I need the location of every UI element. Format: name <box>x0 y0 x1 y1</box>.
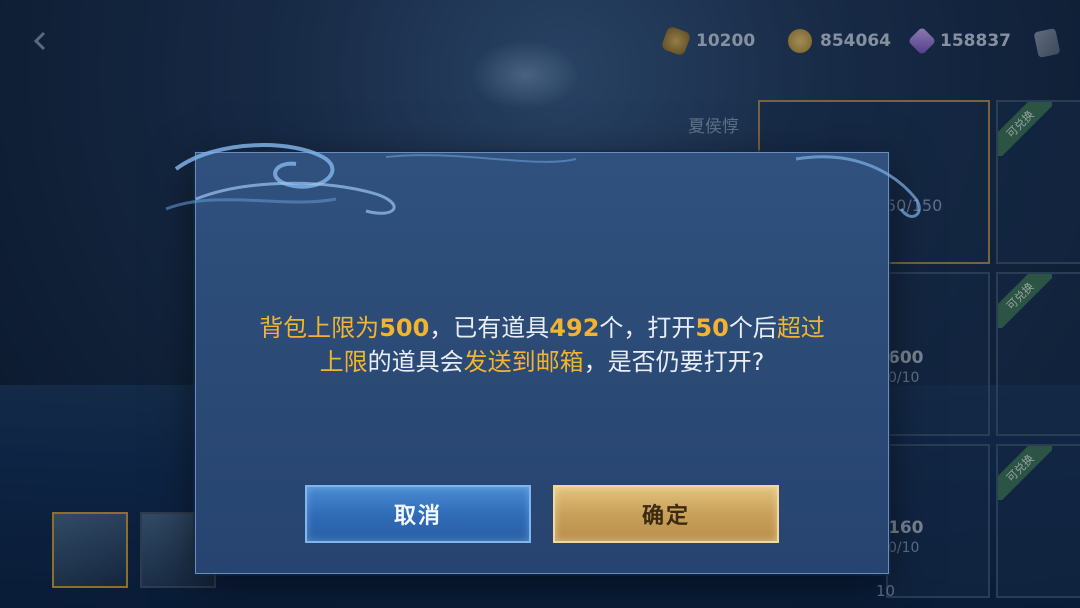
message-segment: ，已有道具 <box>429 314 550 342</box>
message-segment: 超过 <box>776 314 825 342</box>
message-segment: 个，打开 <box>599 314 696 342</box>
dialog-message-line-2: 上限的道具会发送到邮箱，是否仍要打开? <box>196 345 888 379</box>
message-segment: 50 <box>695 314 729 342</box>
message-segment: 的道具会 <box>367 348 464 376</box>
dialog-message: 背包上限为500，已有道具492个，打开50个后超过 上限的道具会发送到邮箱，是… <box>196 311 888 379</box>
message-segment: 个后 <box>728 314 777 342</box>
confirm-button-label: 确定 <box>641 504 690 529</box>
cancel-button-label: 取消 <box>393 504 442 529</box>
dialog-message-line-1: 背包上限为500，已有道具492个，打开50个后超过 <box>196 311 888 345</box>
message-segment: 492 <box>549 314 600 342</box>
message-segment: 背包上限为 <box>259 314 380 342</box>
confirm-button[interactable]: 确定 <box>553 485 779 543</box>
message-segment: 上限 <box>319 348 368 376</box>
message-segment: ，是否仍要打开? <box>583 348 765 376</box>
decorative-swirl <box>165 143 921 218</box>
message-segment: 500 <box>379 314 430 342</box>
message-segment: 发送到邮箱 <box>463 348 584 376</box>
cancel-button[interactable]: 取消 <box>305 485 531 543</box>
confirm-dialog: 背包上限为500，已有道具492个，打开50个后超过 上限的道具会发送到邮箱，是… <box>165 143 921 574</box>
